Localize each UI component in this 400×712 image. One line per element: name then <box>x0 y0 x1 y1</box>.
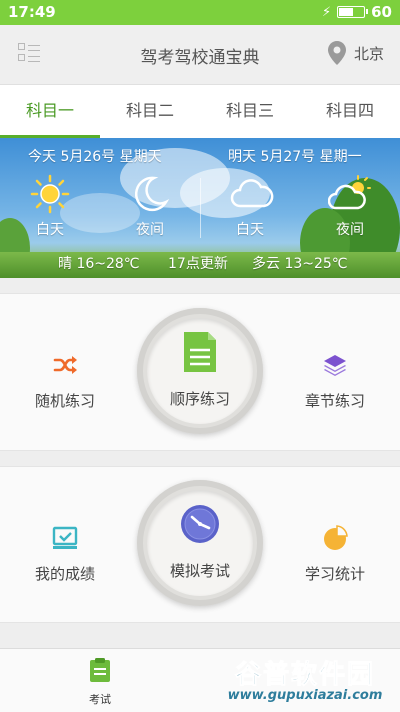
location-selector[interactable]: 北京 <box>327 41 384 65</box>
status-time: 17:49 <box>8 3 56 21</box>
watermark-url: www.gupuxiazai.com <box>227 688 383 703</box>
study-stats-label: 学习统计 <box>304 565 365 583</box>
weather-tomorrow-temp: 多云 13~25℃ <box>252 256 348 272</box>
my-scores-button[interactable]: 我的成绩 <box>5 525 125 584</box>
location-pin-icon <box>327 41 346 65</box>
moon-icon <box>134 176 170 212</box>
study-stats-button[interactable]: 学习统计 <box>275 525 395 584</box>
chapter-practice-button[interactable]: 章节练习 <box>275 352 395 411</box>
weather-tomorrow-night-label: 夜间 <box>336 222 364 238</box>
partly-cloudy-icon <box>328 175 371 210</box>
battery-percent: 60 <box>371 3 392 21</box>
shuffle-icon <box>53 356 77 374</box>
watermark-logo: 谷普软件园 www.gupuxiazai.com <box>216 654 394 706</box>
bottom-nav: 考试 谷普软件园 www.gupuxiazai.com <box>0 648 400 712</box>
location-label: 北京 <box>353 44 384 63</box>
mock-exam-button[interactable]: 模拟考试 <box>137 480 263 606</box>
pie-chart-icon <box>324 525 348 550</box>
weather-today-date: 今天 5月26号 星期天 <box>28 149 162 165</box>
weather-tomorrow-day-label: 白天 <box>236 222 264 238</box>
status-indicators: ⚡ 60 <box>322 3 392 21</box>
weather-update-time: 17点更新 <box>168 256 228 272</box>
weather-today-day-label: 白天 <box>36 222 64 238</box>
random-practice-button[interactable]: 随机练习 <box>5 352 125 411</box>
document-icon <box>184 332 216 372</box>
monitor-check-icon <box>52 526 78 549</box>
weather-today-night-label: 夜间 <box>136 222 164 238</box>
layers-icon <box>324 355 346 376</box>
app-header: 驾考驾校通宝典 北京 <box>0 25 400 85</box>
chapter-practice-label: 章节练习 <box>304 392 365 410</box>
exam-clipboard-icon <box>90 658 110 682</box>
status-bar: 17:49 ⚡ 60 <box>0 0 400 25</box>
random-practice-label: 随机练习 <box>34 392 95 410</box>
exam-panel: 我的成绩 模拟考试 学习统计 <box>0 466 400 623</box>
my-scores-label: 我的成绩 <box>34 565 95 583</box>
sun-icon <box>30 174 70 214</box>
clock-icon <box>181 505 219 543</box>
nav-exam-tab[interactable]: 考试 <box>60 657 140 707</box>
sequential-practice-button[interactable]: 顺序练习 <box>137 308 263 434</box>
tab-subject-4[interactable]: 科目四 <box>300 85 400 138</box>
subject-tabs: 科目一 科目二 科目三 科目四 <box>0 85 400 138</box>
charging-icon: ⚡ <box>321 4 332 20</box>
weather-tomorrow-date: 明天 5月27号 星期一 <box>228 149 362 165</box>
tab-subject-1[interactable]: 科目一 <box>0 85 100 138</box>
tab-subject-3[interactable]: 科目三 <box>200 85 300 138</box>
mock-exam-label: 模拟考试 <box>169 562 230 580</box>
sequential-practice-label: 顺序练习 <box>169 390 230 408</box>
tab-subject-2[interactable]: 科目二 <box>100 85 200 138</box>
nav-exam-label: 考试 <box>89 693 111 706</box>
battery-icon <box>337 6 369 18</box>
weather-today-temp: 晴 16~28℃ <box>58 256 140 272</box>
watermark-title: 谷普软件园 <box>234 660 375 691</box>
weather-banner: 今天 5月26号 星期天 明天 5月27号 星期一 白天 夜间 白天 夜间 晴 … <box>0 138 400 278</box>
practice-panel: 随机练习 顺序练习 章节练习 <box>0 293 400 451</box>
cloud-icon <box>230 179 274 208</box>
